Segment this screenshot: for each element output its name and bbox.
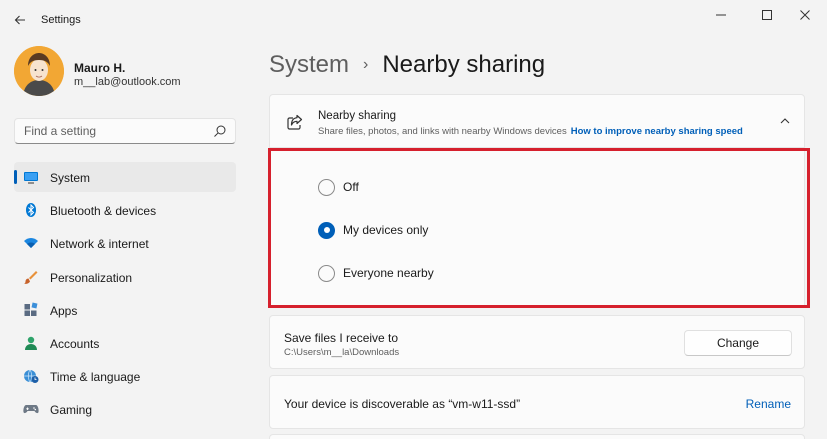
brush-icon — [23, 269, 39, 285]
search-icon[interactable] — [213, 124, 227, 138]
minimize-button[interactable] — [698, 0, 744, 30]
globe-clock-icon — [23, 368, 39, 384]
close-icon — [800, 10, 810, 20]
avatar-image — [14, 46, 64, 96]
bluetooth-icon — [23, 202, 39, 218]
breadcrumb-separator: › — [363, 56, 369, 73]
page-title: Nearby sharing — [382, 51, 546, 78]
save-location-title: Save files I receive to — [284, 331, 399, 345]
sidebar-item-apps[interactable]: Apps — [14, 295, 236, 325]
sharing-speed-link[interactable]: How to improve nearby sharing speed — [571, 126, 743, 137]
sidebar-nav: System Bluetooth & devices Network & int… — [14, 162, 236, 428]
next-card-partial — [269, 434, 805, 439]
change-button[interactable]: Change — [684, 330, 792, 356]
nearby-sharing-options: Off My devices only Everyone nearby — [269, 148, 805, 308]
discoverable-card: Your device is discoverable as “vm-w11-s… — [269, 375, 805, 429]
close-button[interactable] — [782, 0, 827, 30]
radio-off[interactable] — [318, 178, 335, 196]
sidebar-item-label: Network & internet — [50, 237, 149, 252]
breadcrumb: System › Nearby sharing — [269, 48, 545, 82]
apps-icon — [23, 302, 39, 318]
user-profile[interactable]: Mauro H. m__lab@outlook.com — [14, 46, 244, 98]
sidebar-item-label: System — [50, 171, 91, 185]
share-icon — [287, 114, 303, 130]
profile-email: m__lab@outlook.com — [74, 76, 181, 88]
settings-window: Settings Mauro H. m__lab@outlook.com Fin… — [0, 0, 827, 439]
breadcrumb-parent[interactable]: System — [269, 51, 349, 79]
nearby-sharing-title: Nearby sharing — [318, 110, 396, 122]
sidebar-item-label: Bluetooth & devices — [50, 204, 157, 219]
monitor-icon — [23, 169, 39, 185]
sidebar-item-label: Accounts — [50, 336, 100, 351]
sidebar-item-label: Time & language — [50, 370, 141, 385]
nearby-sharing-description: Share files, photos, and links with near… — [318, 126, 743, 137]
sidebar-item-accounts[interactable]: Accounts — [14, 328, 236, 358]
sidebar-item-label: Apps — [50, 303, 78, 318]
description-text: Share files, photos, and links with near… — [318, 126, 567, 137]
back-button[interactable] — [8, 8, 32, 32]
option-everyone-nearby[interactable]: Everyone nearby — [318, 263, 434, 283]
radio-label: Off — [343, 180, 359, 194]
search-input[interactable] — [15, 119, 205, 143]
option-off[interactable]: Off — [318, 177, 359, 197]
person-icon — [23, 335, 39, 351]
app-title: Settings — [41, 14, 81, 26]
arrow-left-icon — [14, 15, 25, 25]
search-box[interactable] — [14, 118, 236, 144]
maximize-icon — [762, 10, 772, 20]
save-location-path: C:\Users\m__la\Downloads — [284, 347, 400, 358]
rename-link[interactable]: Rename — [746, 397, 791, 411]
chevron-up-icon[interactable] — [779, 115, 791, 127]
discoverable-text: Your device is discoverable as “vm-w11-s… — [284, 397, 521, 411]
option-my-devices-only[interactable]: My devices only — [318, 220, 428, 240]
profile-name: Mauro H. — [74, 61, 126, 75]
sidebar-item-bluetooth[interactable]: Bluetooth & devices — [14, 195, 236, 225]
nearby-sharing-header[interactable]: Nearby sharing Share files, photos, and … — [269, 94, 805, 148]
gamepad-icon — [23, 401, 39, 417]
radio-label: My devices only — [343, 223, 429, 237]
sidebar-item-time-language[interactable]: Time & language — [14, 361, 236, 391]
sidebar-item-gaming[interactable]: Gaming — [14, 394, 236, 424]
sidebar-item-personalization[interactable]: Personalization — [14, 262, 236, 292]
wifi-icon — [23, 235, 39, 251]
title-bar: Settings — [0, 0, 827, 40]
minimize-icon — [716, 14, 726, 16]
save-location-card: Save files I receive to C:\Users\m__la\D… — [269, 315, 805, 369]
sidebar-item-system[interactable]: System — [14, 162, 236, 192]
sidebar-item-network[interactable]: Network & internet — [14, 228, 236, 258]
radio-everyone-nearby[interactable] — [318, 264, 335, 282]
avatar — [14, 46, 64, 96]
sidebar-item-label: Gaming — [50, 403, 93, 418]
sidebar-item-label: Personalization — [50, 270, 133, 285]
radio-my-devices-only[interactable] — [318, 221, 335, 239]
radio-label: Everyone nearby — [343, 266, 434, 280]
